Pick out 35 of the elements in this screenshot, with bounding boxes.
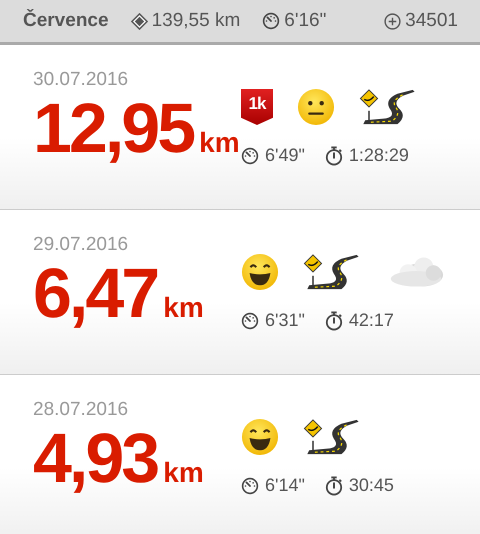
points-count: 34501	[405, 10, 458, 32]
distance-unit: km	[163, 292, 204, 324]
stopwatch-icon	[324, 476, 343, 496]
run-pace: 6'31"	[265, 310, 305, 331]
run-distance: 12,95	[33, 93, 194, 163]
average-pace: 6'16"	[284, 10, 326, 32]
run-pace: 6'14"	[265, 475, 305, 496]
run-date: 30.07.2016	[33, 69, 130, 91]
speedometer-icon	[241, 312, 259, 330]
run-distance: 6,47	[33, 258, 158, 328]
month-label: Července	[23, 10, 109, 32]
neutral-face-icon	[297, 88, 335, 126]
total-distance: 139,55 km	[152, 10, 240, 32]
speedometer-icon	[241, 146, 259, 164]
run-date: 28.07.2016	[33, 399, 130, 421]
stopwatch-icon	[324, 310, 343, 330]
plus-circle-icon	[384, 12, 402, 30]
run-duration: 1:28:29	[348, 145, 409, 166]
run-duration: 42:17	[348, 310, 394, 331]
grinning-face-icon	[241, 253, 279, 291]
milestone-badge: 1k	[241, 89, 273, 125]
speedometer-icon	[241, 476, 259, 494]
winding-road-icon	[359, 88, 417, 126]
run-duration: 30:45	[348, 475, 394, 496]
grinning-face-icon	[241, 418, 279, 456]
run-pace: 6'49"	[265, 145, 305, 166]
winding-road-icon	[303, 253, 361, 291]
speedometer-icon	[262, 12, 280, 30]
stopwatch-icon	[324, 146, 343, 166]
winding-road-icon	[303, 418, 361, 456]
diamond-icon	[130, 12, 148, 30]
run-date: 29.07.2016	[33, 234, 130, 256]
run-distance: 4,93	[33, 423, 158, 493]
distance-unit: km	[199, 127, 240, 159]
distance-unit: km	[163, 457, 204, 489]
